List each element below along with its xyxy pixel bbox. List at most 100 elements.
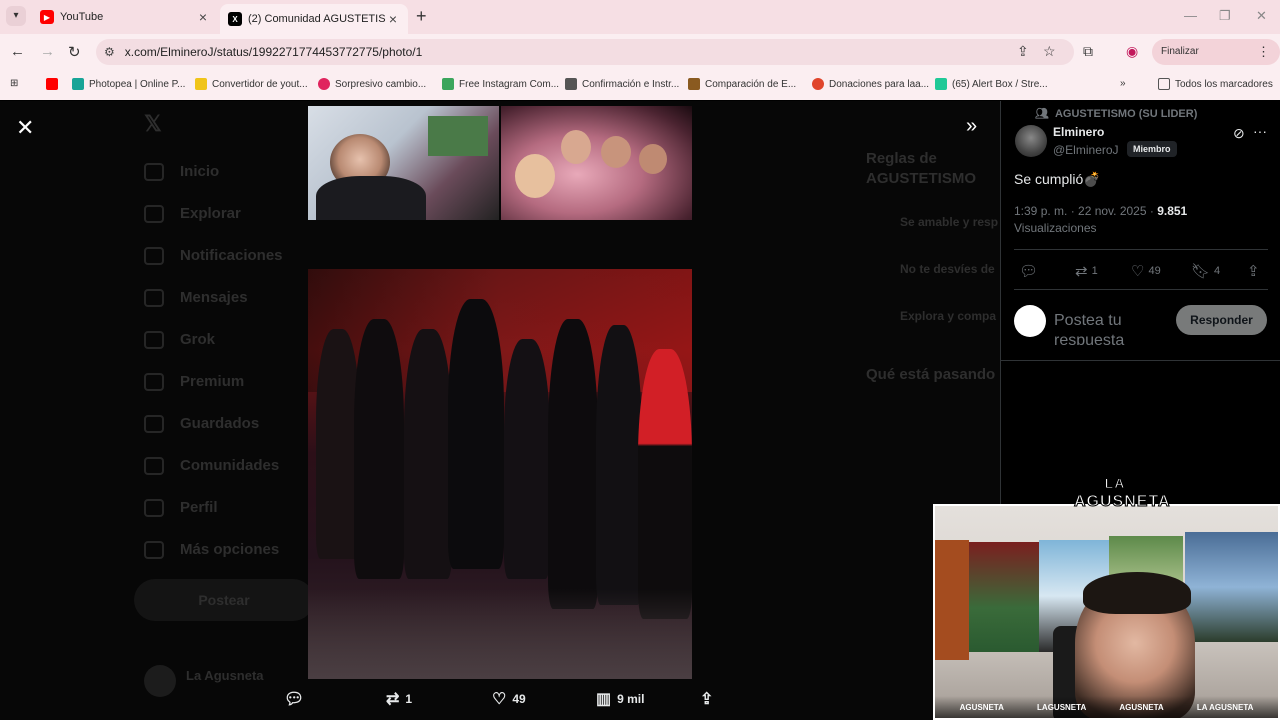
divider <box>1014 249 1268 250</box>
logo-line-2: AGUSNETA <box>1074 493 1171 511</box>
menu-icon[interactable]: ⋮ <box>1257 39 1270 65</box>
nav-explore: Explorar <box>144 205 241 224</box>
photo-1[interactable] <box>308 106 499 220</box>
bookmarks-bar: ⊞ Photopea | Online P... Convertidor de … <box>0 70 1280 100</box>
retweet-icon: ⇄ <box>1075 263 1088 280</box>
more-icon[interactable]: ··· <box>1253 123 1267 139</box>
x-logo-icon: 𝕏 <box>144 111 162 136</box>
nav-premium: Premium <box>144 373 244 392</box>
retweet-stat[interactable]: ⇄ 1 <box>1075 262 1098 280</box>
x-photo-viewer: 𝕏 Inicio Explorar Notificaciones Mensaje… <box>0 101 1280 720</box>
new-tab-button[interactable]: + <box>416 6 427 27</box>
reply-icon: 💬︎ <box>284 691 305 708</box>
bookmark-photopea[interactable]: Photopea | Online P... <box>72 78 185 90</box>
bookmark-instagram[interactable]: Free Instagram Com... <box>442 78 559 90</box>
close-window-icon[interactable]: ✕ <box>1256 8 1267 24</box>
site-icon <box>935 78 947 90</box>
profile-icon[interactable]: ◉ <box>1126 43 1138 60</box>
close-viewer-icon[interactable]: ✕ <box>16 115 34 141</box>
bookmark-comparacion[interactable]: Comparación de E... <box>688 78 796 90</box>
nav-messages: Mensajes <box>144 289 248 308</box>
post-button: Postear <box>134 579 314 621</box>
avatar[interactable] <box>1015 125 1047 157</box>
youtube-icon <box>46 78 58 90</box>
minimize-icon[interactable]: — <box>1184 8 1197 23</box>
divider <box>1001 360 1280 361</box>
finish-update-button[interactable]: Finalizar actualización ⋮ <box>1152 39 1280 83</box>
bookmark-star-icon[interactable]: ☆ <box>1043 43 1056 60</box>
apps-grid-icon[interactable]: ⊞ <box>10 78 18 89</box>
share-action[interactable]: ⇪ <box>700 689 719 709</box>
bookmark-label: Convertidor de yout... <box>212 78 308 90</box>
site-icon <box>318 78 330 90</box>
trending-title: Qué está pasando <box>866 366 996 383</box>
share-icon: ⇪ <box>700 691 714 708</box>
tweet-text: Se cumplió💣 <box>1014 171 1101 187</box>
photo-2[interactable] <box>501 106 692 220</box>
nav-bookmarks: Guardados <box>144 415 259 434</box>
youtube-handle: LA AGUSNETA <box>1196 702 1254 712</box>
tab-youtube[interactable]: ▶ YouTube × <box>32 4 218 30</box>
bookmark-youtube[interactable] <box>46 78 63 90</box>
community-row[interactable]: 👥︎ AGUSTETISMO (SU LIDER) <box>1035 107 1197 120</box>
reply-button[interactable]: Responder <box>1176 305 1267 335</box>
like-stat[interactable]: ♡ 49 <box>1131 262 1161 280</box>
tab-x-community[interactable]: X (2) Comunidad AGUSTETISMO × <box>220 4 408 34</box>
folder-icon <box>1158 78 1170 90</box>
bookmark-label: Donaciones para laa... <box>829 78 930 90</box>
bookmark-stat[interactable]: 🔖︎ 4 <box>1191 262 1220 280</box>
link-icon <box>565 78 577 90</box>
nav-home: Inicio <box>144 163 219 182</box>
bookmark-icon: 🔖︎ <box>1191 263 1211 280</box>
reply-action[interactable]: 💬︎ <box>284 689 310 709</box>
bookmark-sorpresivo[interactable]: Sorpresivo cambio... <box>318 78 426 90</box>
author-name[interactable]: Elminero <box>1053 125 1104 139</box>
instagram-handle: AGUSNETA <box>959 702 1004 712</box>
site-icon <box>812 78 824 90</box>
member-badge: Miembro <box>1127 141 1177 157</box>
more-bookmarks-icon[interactable]: » <box>1120 78 1126 89</box>
address-bar[interactable]: ⚙ x.com/ElmineroJ/status/199227177445377… <box>96 39 1074 65</box>
rules-title: Reglas de AGUSTETISMO (SU LIDER) <box>866 150 977 187</box>
extensions-icon[interactable]: ⧉ <box>1083 43 1093 60</box>
forward-icon[interactable]: → <box>40 43 55 60</box>
retweet-action[interactable]: ⇄ 1 <box>386 689 412 709</box>
tab-strip: ▾ ▶ YouTube × X (2) Comunidad AGUSTETISM… <box>0 0 1280 34</box>
view-count: 9.851 <box>1157 204 1188 218</box>
tab-search-dropdown[interactable]: ▾ <box>6 6 26 26</box>
all-bookmarks[interactable]: Todos los marcadores <box>1158 78 1273 90</box>
grok-icon[interactable]: ⊘ <box>1233 125 1245 142</box>
media-actions-bar: 💬︎ ⇄ 1 ♡ 49 ▥ 9 mil ⇪ <box>270 685 730 715</box>
bookmark-alertbox[interactable]: (65) Alert Box / Stre... <box>935 78 1048 90</box>
site-icon <box>442 78 454 90</box>
install-app-icon[interactable]: ⇪ <box>1017 43 1029 60</box>
search-icon <box>144 205 164 224</box>
heart-icon: ♡ <box>1131 263 1145 280</box>
views-action[interactable]: ▥ 9 mil <box>596 689 644 709</box>
collapse-panel-icon[interactable]: » <box>966 115 977 138</box>
close-tab-icon[interactable]: × <box>386 11 400 27</box>
social-handles: AGUSNETA LAGUSNETA AGUSNETA LA AGUSNETA <box>935 696 1278 718</box>
reload-icon[interactable]: ↻ <box>68 43 81 61</box>
bookmark-donaciones[interactable]: Donaciones para laa... <box>812 78 929 90</box>
bookmark-label: Free Instagram Com... <box>459 78 560 90</box>
divider <box>1014 289 1268 290</box>
bookmark-confirmacion[interactable]: Confirmación e Instr... <box>565 78 679 90</box>
close-tab-icon[interactable]: × <box>196 9 210 25</box>
bookmark-label: Photopea | Online P... <box>89 78 186 90</box>
like-action[interactable]: ♡ 49 <box>492 689 526 709</box>
reply-stat[interactable]: 💬︎ <box>1019 262 1042 280</box>
site-info-icon[interactable]: ⚙ <box>104 45 115 59</box>
bookmark-convertidor[interactable]: Convertidor de yout... <box>195 78 308 90</box>
photo-3[interactable] <box>308 269 692 679</box>
restore-icon[interactable]: ❐ <box>1219 8 1231 24</box>
url-text[interactable]: x.com/ElmineroJ/status/19922717744537727… <box>125 45 423 59</box>
site-icon <box>688 78 700 90</box>
x-icon <box>144 373 164 392</box>
back-icon[interactable]: ← <box>10 43 25 60</box>
share-stat[interactable]: ⇪ <box>1247 262 1264 280</box>
reply-input[interactable]: Postea tu respuesta <box>1054 311 1164 345</box>
people-icon <box>144 457 164 476</box>
tweet-timestamp: 1:39 p. m. · 22 nov. 2025 · 9.851 <box>1014 204 1188 218</box>
author-handle[interactable]: @ElmineroJ <box>1053 143 1119 157</box>
